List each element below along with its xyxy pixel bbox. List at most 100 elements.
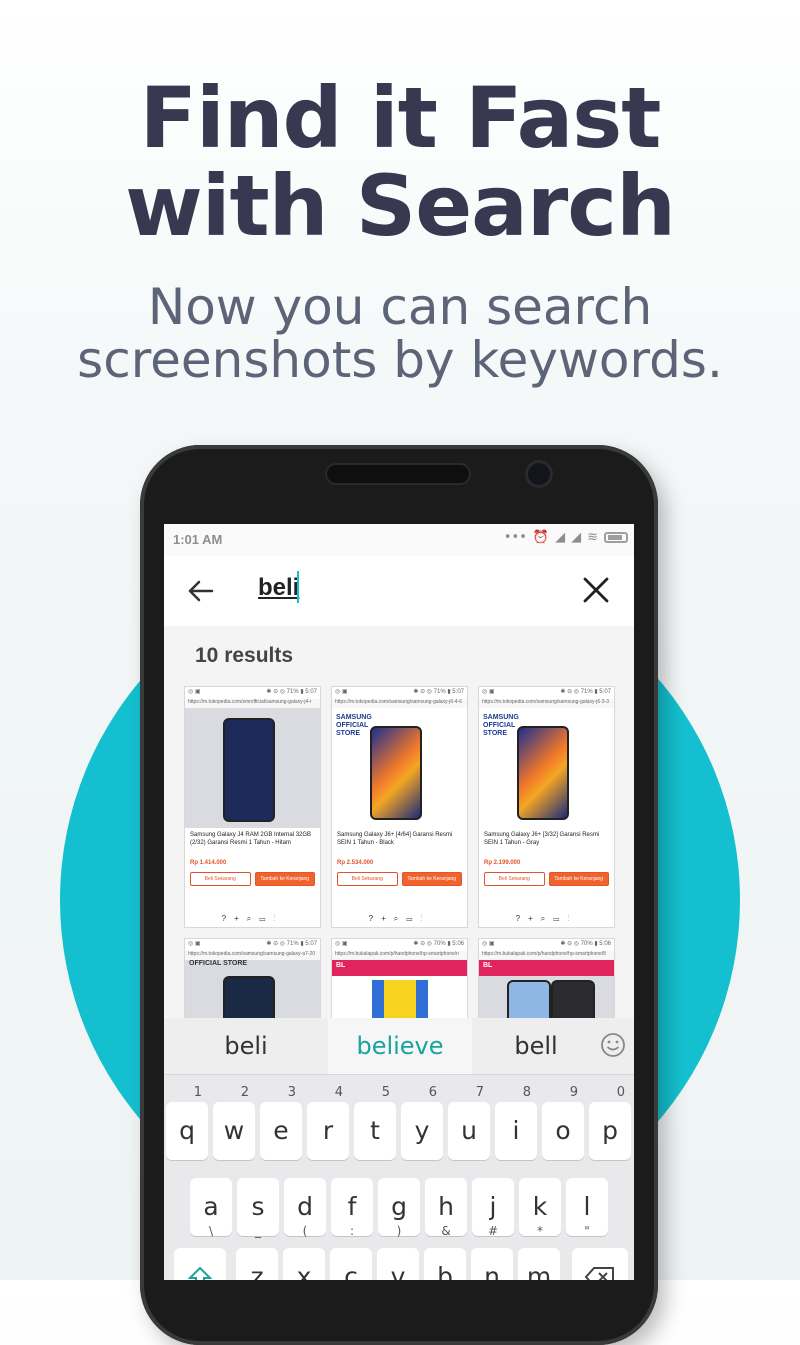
thumb-status-left: ◎ ▣ [335,689,348,695]
thumb-status-left: ◎ ▣ [482,941,495,947]
key-hint: 7 [475,1085,484,1100]
search-toolbar: beli [164,556,634,627]
key-i[interactable]: i8 [495,1086,537,1160]
key-hint: 8 [522,1085,531,1100]
key-f[interactable]: f: [331,1178,373,1238]
key-label: d [297,1192,313,1221]
key-n[interactable]: n? [471,1248,513,1280]
key-label: t [370,1116,380,1145]
key-hint: # [487,1224,499,1238]
key-h[interactable]: h & [425,1178,467,1238]
thumb-url: https://m.bukalapak.com/p/handphone/hp-s… [479,951,614,960]
thumb-brand: OFFICIAL STORE [189,960,248,967]
thumb-cart-button: Tambah ke Keranjang [548,872,609,886]
key-k[interactable]: k * [519,1178,561,1238]
thumb-cart-button: Tambah ke Keranjang [401,872,462,886]
key-label: y [414,1116,430,1145]
key-v[interactable]: v' [377,1248,419,1280]
key-b[interactable]: b! [424,1248,466,1280]
thumb-status-right: ✱ ⊝ ◎ 70% ▮ 5:06 [413,941,464,947]
key-hint: \ [208,1224,214,1238]
shift-key[interactable] [174,1248,226,1280]
keyboard: beli believe bell q 1 w 2 e 3 r 4 t 5 y 6 u 7 i 8 o 9 p 0 a \… [164,1018,634,1280]
more-icon: ••• [503,530,527,545]
thumb-title: Samsung Galaxy J4 RAM 2GB Internal 32GB … [190,832,312,846]
subtitle-line-1: Now you can search [147,278,653,336]
key-hint: 3 [287,1085,296,1100]
key-label: v [390,1262,406,1280]
thumb-buy-button: Beli Sekarang [190,872,251,886]
product-phone [223,718,275,822]
thumb-status-right: ✱ ⊝ ◎ 71% ▮ 5:07 [413,689,464,695]
backspace-icon [584,1267,614,1280]
back-arrow-icon[interactable] [184,574,218,608]
key-x[interactable]: x- [283,1248,325,1280]
thumb-status-right: ✱ ⊝ ◎ 70% ▮ 5:06 [560,941,611,947]
key-label: k [532,1192,548,1221]
thumb-nav-icons: ?+⌕▭⋮ [368,914,431,923]
results-grid: ◎ ▣ ✱ ⊝ ◎ 71% ▮ 5:07 https://m.tokopedia.… [164,682,634,1180]
result-thumbnail[interactable]: ◎ ▣ ✱ ⊝ ◎ 71% ▮ 5:07 https://m.tokopedia.… [331,686,468,928]
key-label: p [602,1116,618,1145]
key-u[interactable]: u7 [448,1086,490,1160]
emoji-icon[interactable] [600,1032,626,1058]
status-bar: 1:01 AM ••• ⏰ ◢ ◢ ≋ [164,524,634,556]
delete-key[interactable] [572,1248,628,1280]
key-hint: 5 [381,1085,390,1100]
key-d[interactable]: d( [284,1178,326,1238]
key-r[interactable]: r4 [307,1086,349,1160]
results-count: 10 results [195,644,294,667]
headline-line-2: with Search [125,157,676,255]
key-t[interactable]: t5 [354,1086,396,1160]
key-c[interactable]: c- [330,1248,372,1280]
close-icon[interactable] [580,574,612,606]
key-hint: 9 [569,1085,578,1100]
key-hint: 0 [616,1085,625,1100]
suggestion-bell[interactable]: bell [472,1018,600,1074]
status-time: 1:01 AM [173,532,223,547]
key-label: i [512,1116,520,1145]
status-icons: ••• ⏰ ◢ ◢ ≋ [504,530,628,545]
thumb-url: https://m.tokopedia.com/samsung/samsung-… [332,699,467,708]
thumb-product-image: SAMSUNG OFFICIAL STORE [332,708,467,828]
phone-speaker [325,463,471,485]
key-q[interactable]: q1 [166,1086,208,1160]
key-g[interactable]: g) [378,1178,420,1238]
key-s[interactable]: s _ [237,1178,279,1238]
product-phone [370,726,422,820]
thumb-nav-icons: ?+⌕▭⋮ [515,914,578,923]
search-input[interactable]: beli [258,574,299,602]
key-hint: 4 [334,1085,343,1100]
key-l[interactable]: l " [566,1178,608,1238]
key-label: e [273,1116,289,1145]
key-p[interactable]: p0 [589,1086,631,1160]
phone-camera [528,463,550,485]
subtitle-line-2: screenshots by keywords. [77,331,723,389]
thumb-buy-button: Beli Sekarang [337,872,398,886]
key-w[interactable]: w2 [213,1086,255,1160]
thumb-url: https://m.bukalapak.com/p/handphone/hp-s… [332,951,467,960]
key-a[interactable]: a \ [190,1178,232,1238]
suggestion-beli[interactable]: beli [164,1018,328,1074]
key-y[interactable]: y6 [401,1086,443,1160]
thumb-status-right: ✱ ⊝ ◎ 71% ▮ 5:07 [560,689,611,695]
key-o[interactable]: o9 [542,1086,584,1160]
key-label: c [344,1262,358,1280]
suggestion-strip: beli believe bell [164,1018,634,1075]
alarm-icon: ⏰ [532,530,550,545]
headline-line-1: Find it Fast [139,69,662,167]
key-z[interactable]: z@ [236,1248,278,1280]
thumb-cart-button: Tambah ke Keranjang [254,872,315,886]
key-e[interactable]: e3 [260,1086,302,1160]
key-m[interactable]: m/ [518,1248,560,1280]
result-thumbnail[interactable]: ◎ ▣ ✱ ⊝ ◎ 71% ▮ 5:07 https://m.tokopedia.… [184,686,321,928]
result-thumbnail[interactable]: ◎ ▣ ✱ ⊝ ◎ 71% ▮ 5:07 https://m.tokopedia.… [478,686,615,928]
battery-icon [604,532,628,543]
thumb-nav-icons: ?+⌕▭⋮ [221,914,284,923]
thumb-title: Samsung Galaxy J6+ [4/64] Garansi Resmi … [337,832,453,846]
suggestion-believe[interactable]: believe [328,1018,472,1074]
key-label: z [250,1262,264,1280]
key-hint: " [584,1224,590,1238]
key-j[interactable]: j # [472,1178,514,1238]
thumb-brand: BL [479,960,614,976]
